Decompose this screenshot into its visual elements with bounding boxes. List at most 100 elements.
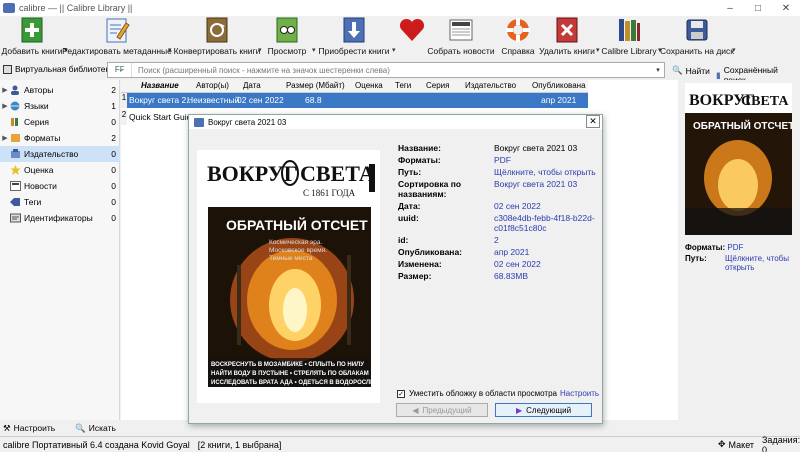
tag-browser-item-publisher[interactable]: Издательство 0	[0, 146, 120, 162]
column-header-publisher[interactable]: Издательство	[465, 81, 516, 90]
path-link[interactable]: Щёлкните, чтобы открыть	[725, 254, 795, 272]
svg-text:НАЙТИ ВОДУ В ПУСТЫНЕ • СТРЕЛЯТ: НАЙТИ ВОДУ В ПУСТЫНЕ • СТРЕЛЯТЬ ПО ОБЛАК…	[211, 369, 369, 377]
svg-text:СВЕТА: СВЕТА	[300, 161, 375, 186]
minimize-button[interactable]: –	[716, 0, 744, 16]
layout-button[interactable]: ✥ Макет	[718, 439, 754, 450]
wrench-icon: ⚒	[3, 422, 11, 433]
chevron-down-icon[interactable]: ▾	[258, 46, 262, 54]
column-header-published[interactable]: Опубликована	[532, 81, 586, 90]
tag-browser-item-rating[interactable]: Оценка 0	[0, 162, 120, 178]
title-bar: calibre — || Calibre Library || – □ ✕	[0, 0, 800, 16]
tag-browser-controls: ⚒ Настроить 🔍 Искать	[0, 420, 120, 436]
search-bar-row: Виртуальная библиотека F₣ Поиск (расшире…	[0, 61, 800, 85]
close-window-button[interactable]: ✕	[772, 0, 800, 16]
search-input[interactable]: F₣ Поиск (расширенный поиск - нажмите на…	[107, 62, 665, 78]
virtual-library-button[interactable]: Виртуальная библиотека	[3, 64, 114, 74]
table-row[interactable]: 1 Вокруг света 2... Неизвестный 02 сен 2…	[121, 93, 588, 108]
save-to-disk-button[interactable]: Сохранить на диск ▾	[660, 16, 736, 60]
status-selection: [2 книги, 1 выбрана]	[197, 439, 282, 450]
jobs-indicator[interactable]: Задания: 0	[762, 435, 800, 452]
column-header-rating[interactable]: Оценка	[355, 81, 383, 90]
donate-button[interactable]	[396, 16, 426, 60]
calibre-app-icon	[194, 117, 204, 127]
format-link[interactable]: PDF	[494, 155, 598, 165]
tag-browser-item-authors[interactable]: ▶ Авторы 2	[0, 82, 120, 98]
convert-icon	[204, 17, 230, 43]
svg-text:Космическая эра.: Космическая эра.	[269, 239, 322, 246]
tag-browser-item-series[interactable]: Серия 0	[0, 114, 120, 130]
find-button[interactable]: 🔍 Найти	[672, 65, 710, 76]
configure-button[interactable]: ⚒ Настроить	[3, 423, 55, 434]
view-book-icon	[274, 17, 300, 43]
layout-icon: ✥	[718, 439, 726, 449]
tag-browser-item-formats[interactable]: ▶ Форматы 2	[0, 130, 120, 146]
column-header-date[interactable]: Дата	[243, 81, 261, 90]
book-details-info: Форматы: PDF Путь: Щёлкните, чтобы откры…	[685, 243, 797, 272]
edit-metadata-icon	[104, 17, 130, 43]
next-button[interactable]: ▶ Следующий	[495, 403, 592, 417]
format-link[interactable]: PDF	[727, 243, 743, 252]
help-button[interactable]: Справка	[500, 16, 536, 60]
library-button[interactable]: Calibre Library ▾	[601, 16, 662, 60]
maximize-button[interactable]: □	[744, 0, 772, 16]
search-placeholder: Поиск (расширенный поиск - нажмите на зн…	[138, 65, 390, 75]
remove-books-button[interactable]: Удалить книги ▾	[539, 16, 600, 60]
chevron-down-icon[interactable]: ▾	[168, 46, 172, 54]
path-link[interactable]: Щёлкните, чтобы открыть	[494, 167, 598, 177]
tag-icon	[10, 198, 20, 206]
chevron-down-icon[interactable]: ▾	[652, 66, 664, 74]
convert-books-button[interactable]: Конвертировать книги ▾	[174, 16, 262, 60]
fetch-news-button[interactable]: Собрать новости	[427, 16, 495, 60]
previous-button[interactable]: ◀ Предыдущий	[396, 403, 488, 417]
tag-browser-item-languages[interactable]: ▶ Языки 1	[0, 98, 120, 114]
column-header-tags[interactable]: Теги	[395, 81, 411, 90]
get-books-icon	[341, 17, 367, 43]
dialog-title: Вокруг света 2021 03	[208, 117, 287, 127]
tag-find-button[interactable]: 🔍 Искать	[75, 423, 116, 434]
news-small-icon	[10, 181, 21, 191]
get-books-button[interactable]: Приобрести книги ▾	[319, 16, 396, 60]
column-header-title[interactable]: Название	[141, 81, 179, 90]
fit-cover-checkbox[interactable]: ✓ Уместить обложку в области просмотра	[397, 389, 557, 398]
svg-text:ОБРАТНЫЙ ОТСЧЕТ: ОБРАТНЫЙ ОТСЧЕТ	[226, 216, 368, 233]
heart-icon	[398, 17, 425, 43]
column-header-size[interactable]: Размер (Мбайт)	[286, 81, 345, 90]
chevron-down-icon[interactable]: ▾	[732, 46, 736, 54]
column-header-authors[interactable]: Автор(ы)	[196, 81, 229, 90]
dialog-settings-link[interactable]: Настроить	[560, 389, 599, 398]
expand-arrow-icon[interactable]: ▶	[0, 102, 10, 110]
tag-browser: ▶ Авторы 2 ▶ Языки 1 Серия 0 ▶ Форматы 2…	[0, 80, 120, 420]
next-arrow-icon: ▶	[515, 405, 523, 415]
tag-browser-item-identifiers[interactable]: Идентификаторы 0	[0, 210, 120, 226]
chevron-down-icon[interactable]: ▾	[392, 46, 396, 54]
advanced-search-gear-icon[interactable]: F₣	[108, 63, 132, 77]
expand-arrow-icon[interactable]: ▶	[0, 86, 10, 94]
edit-metadata-button[interactable]: Редактировать метаданные ▾	[62, 16, 172, 60]
chevron-down-icon[interactable]: ▾	[312, 46, 316, 54]
dialog-cover-image: ВОКРУГ СВЕТА С 1861 ГОДА ОБРАТНЫЙ ОТСЧЕТ…	[197, 150, 380, 403]
lifebuoy-icon	[505, 17, 531, 43]
book-cover-thumbnail[interactable]: ВОКРУГ СВЕТА ОБРАТНЫЙ ОТСЧЕТ	[685, 83, 792, 235]
column-header-series[interactable]: Серия	[426, 81, 449, 90]
formats-icon	[11, 134, 20, 142]
svg-text:Темные места: Темные места	[269, 255, 313, 262]
dialog-title-bar: Вокруг света 2021 03 ✕	[189, 115, 602, 129]
remove-book-icon	[554, 17, 580, 43]
dialog-close-button[interactable]: ✕	[586, 115, 600, 128]
checkmark-icon[interactable]: ✓	[397, 389, 405, 398]
view-button[interactable]: Просмотр ▾	[266, 16, 316, 60]
tag-browser-item-news[interactable]: Новости 0	[0, 178, 120, 194]
authors-icon	[11, 85, 19, 95]
book-details-dialog: Вокруг света 2021 03 ✕ ВОКРУГ СВЕТА С 18…	[188, 114, 603, 424]
chevron-down-icon[interactable]: ▾	[596, 46, 600, 54]
svg-text:ВОСКРЕСНУТЬ В МОЗАМБИКЕ • СПЛЫ: ВОСКРЕСНУТЬ В МОЗАМБИКЕ • СПЛЫТЬ ПО НИЛУ	[211, 362, 364, 368]
add-books-button[interactable]: Добавить книги ▾	[2, 16, 68, 60]
svg-text:ОБРАТНЫЙ ОТСЧЕТ: ОБРАТНЫЙ ОТСЧЕТ	[693, 119, 792, 132]
tag-browser-item-tags[interactable]: Теги 0	[0, 194, 120, 210]
save-disk-icon	[684, 17, 710, 43]
svg-text:ИССЛЕДОВАТЬ ВРАТА АДА • ОДЕТЬС: ИССЛЕДОВАТЬ ВРАТА АДА • ОДЕТЬСЯ В ВОДОРО…	[211, 380, 374, 386]
status-text: calibre Портативный 6.4 создана Kovid Go…	[3, 439, 190, 450]
status-bar: calibre Портативный 6.4 создана Kovid Go…	[0, 435, 800, 452]
window-title: calibre — || Calibre Library ||	[19, 3, 133, 13]
expand-arrow-icon[interactable]: ▶	[0, 134, 10, 142]
